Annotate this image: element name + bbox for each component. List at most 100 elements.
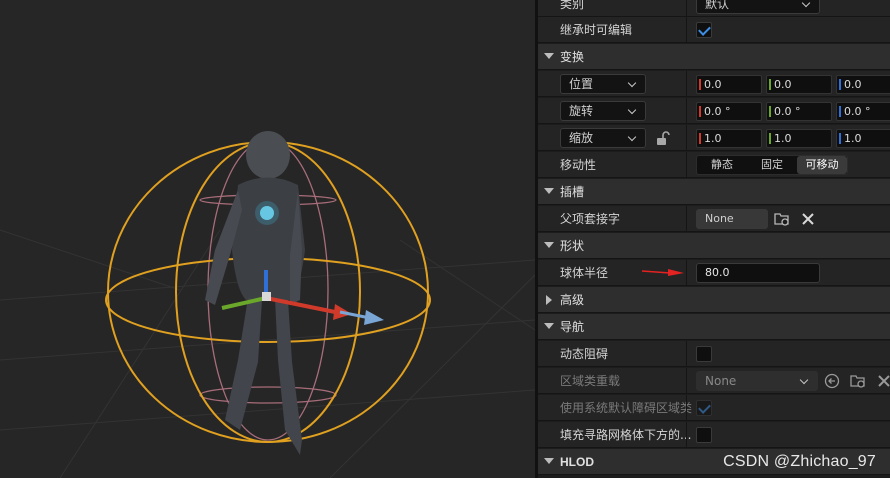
column-divider xyxy=(686,341,687,367)
column-divider xyxy=(686,0,687,17)
section-transform[interactable]: 变换 xyxy=(538,44,890,70)
viewport-scene xyxy=(0,131,535,478)
parent-socket-value-box[interactable]: None xyxy=(696,209,768,229)
scale-z-value: 1.0 xyxy=(844,132,862,145)
expand-arrow-icon xyxy=(544,242,554,248)
column-divider xyxy=(686,71,687,97)
location-x-field[interactable]: 0.0 xyxy=(696,75,762,94)
sphere-radius-value: 80.0 xyxy=(705,266,730,279)
dynamic-obstacle-label: 动态阻碍 xyxy=(560,347,609,361)
inherit-editable-label: 继承时可编辑 xyxy=(560,23,633,37)
use-default-area-checkbox[interactable] xyxy=(696,400,712,416)
z-axis-marker xyxy=(839,106,841,117)
fill-nav-below-checkbox[interactable] xyxy=(696,427,712,443)
column-divider xyxy=(686,17,687,43)
x-axis-marker xyxy=(699,106,701,117)
scale-x-field[interactable]: 1.0 xyxy=(696,129,762,148)
z-axis-marker xyxy=(839,133,841,144)
column-divider xyxy=(686,395,687,421)
scale-row: 缩放 1.0 1.0 1.0 xyxy=(538,125,890,151)
rotation-dropdown[interactable]: 旋转 xyxy=(560,101,646,121)
category-row: 类别 默认 xyxy=(538,0,890,17)
expand-arrow-icon xyxy=(544,323,554,329)
scale-y-field[interactable]: 1.0 xyxy=(766,129,832,148)
section-shape[interactable]: 形状 xyxy=(538,233,890,259)
category-dropdown[interactable]: 默认 xyxy=(696,0,820,14)
column-divider xyxy=(686,422,687,448)
mobility-stationary-option[interactable]: 固定 xyxy=(747,156,797,174)
chevron-down-icon xyxy=(801,0,811,8)
section-advanced[interactable]: 高级 xyxy=(538,287,890,313)
mobility-movable-option[interactable]: 可移动 xyxy=(797,156,847,174)
column-divider xyxy=(686,260,687,286)
mobility-static-option[interactable]: 静态 xyxy=(697,156,747,174)
character-mesh[interactable] xyxy=(205,131,305,455)
level-viewport[interactable] xyxy=(0,0,535,478)
location-z-field[interactable]: 0.0 xyxy=(836,75,890,94)
location-row: 位置 0.0 0.0 0.0 xyxy=(538,71,890,97)
rotation-y-value: 0.0 ° xyxy=(774,105,801,118)
scale-z-field[interactable]: 1.0 xyxy=(836,129,890,148)
scale-x-value: 1.0 xyxy=(704,132,722,145)
parent-socket-label: 父项套接字 xyxy=(560,212,621,226)
rotation-row: 旋转 0.0 ° 0.0 ° 0.0 ° xyxy=(538,98,890,124)
area-class-dropdown[interactable]: None xyxy=(696,371,818,391)
location-x-value: 0.0 xyxy=(704,78,722,91)
section-title: HLOD xyxy=(560,455,594,469)
sphere-radius-input[interactable]: 80.0 xyxy=(696,263,820,283)
browse-socket-icon[interactable] xyxy=(774,211,790,227)
column-divider xyxy=(686,125,687,151)
scale-label: 缩放 xyxy=(569,131,594,145)
column-divider xyxy=(686,206,687,232)
section-navigation[interactable]: 导航 xyxy=(538,314,890,340)
collapsed-arrow-icon xyxy=(546,295,552,305)
y-axis-marker xyxy=(769,79,771,90)
use-selected-icon[interactable] xyxy=(824,373,840,389)
rotation-x-field[interactable]: 0.0 ° xyxy=(696,102,762,121)
section-title: 导航 xyxy=(560,320,585,334)
details-panel: 类别 默认 继承时可编辑 变换 位置 0.0 0.0 0.0 旋转 0.0 ° … xyxy=(538,0,890,478)
unlock-icon[interactable] xyxy=(654,130,670,146)
column-divider xyxy=(686,152,687,178)
use-default-area-row: 使用系统默认障碍区域类 xyxy=(538,395,890,421)
sphere-radius-row: 球体半径 80.0 xyxy=(538,260,890,286)
location-y-value: 0.0 xyxy=(774,78,792,91)
dynamic-obstacle-checkbox[interactable] xyxy=(696,346,712,362)
x-axis-marker xyxy=(699,133,701,144)
use-default-area-label: 使用系统默认障碍区域类 xyxy=(560,401,693,415)
location-z-value: 0.0 xyxy=(844,78,862,91)
rotation-z-field[interactable]: 0.0 ° xyxy=(836,102,890,121)
rotation-label: 旋转 xyxy=(569,104,594,118)
clear-icon[interactable] xyxy=(876,373,890,389)
dynamic-obstacle-row: 动态阻碍 xyxy=(538,341,890,367)
section-title: 插槽 xyxy=(560,185,585,199)
category-label: 类别 xyxy=(560,0,585,11)
section-title: 变换 xyxy=(560,50,585,64)
annotation-arrow-icon xyxy=(641,269,684,276)
clear-icon[interactable] xyxy=(800,211,816,227)
browse-icon[interactable] xyxy=(850,373,866,389)
chevron-down-icon xyxy=(799,375,809,385)
z-axis-marker xyxy=(839,79,841,90)
column-divider xyxy=(686,368,687,394)
location-dropdown[interactable]: 位置 xyxy=(560,74,646,94)
mobility-toggle-group: 静态 固定 可移动 xyxy=(696,155,848,175)
inherit-editable-row: 继承时可编辑 xyxy=(538,17,890,43)
chevron-down-icon xyxy=(627,78,637,88)
mobility-row: 移动性 静态 固定 可移动 xyxy=(538,152,890,178)
parent-socket-row: 父项套接字 None xyxy=(538,206,890,232)
expand-arrow-icon xyxy=(544,53,554,59)
x-axis-marker xyxy=(699,79,701,90)
area-class-override-label: 区域类重载 xyxy=(560,374,621,388)
section-sockets[interactable]: 插槽 xyxy=(538,179,890,205)
column-divider xyxy=(686,98,687,124)
parent-socket-value: None xyxy=(705,212,734,225)
expand-arrow-icon xyxy=(544,188,554,194)
rotation-y-field[interactable]: 0.0 ° xyxy=(766,102,832,121)
y-axis-marker xyxy=(769,106,771,117)
fill-nav-below-label: 填充寻路网格体下方的... xyxy=(560,428,692,442)
inherit-editable-checkbox[interactable] xyxy=(696,22,712,38)
scale-dropdown[interactable]: 缩放 xyxy=(560,128,646,148)
chevron-down-icon xyxy=(627,105,637,115)
location-y-field[interactable]: 0.0 xyxy=(766,75,832,94)
